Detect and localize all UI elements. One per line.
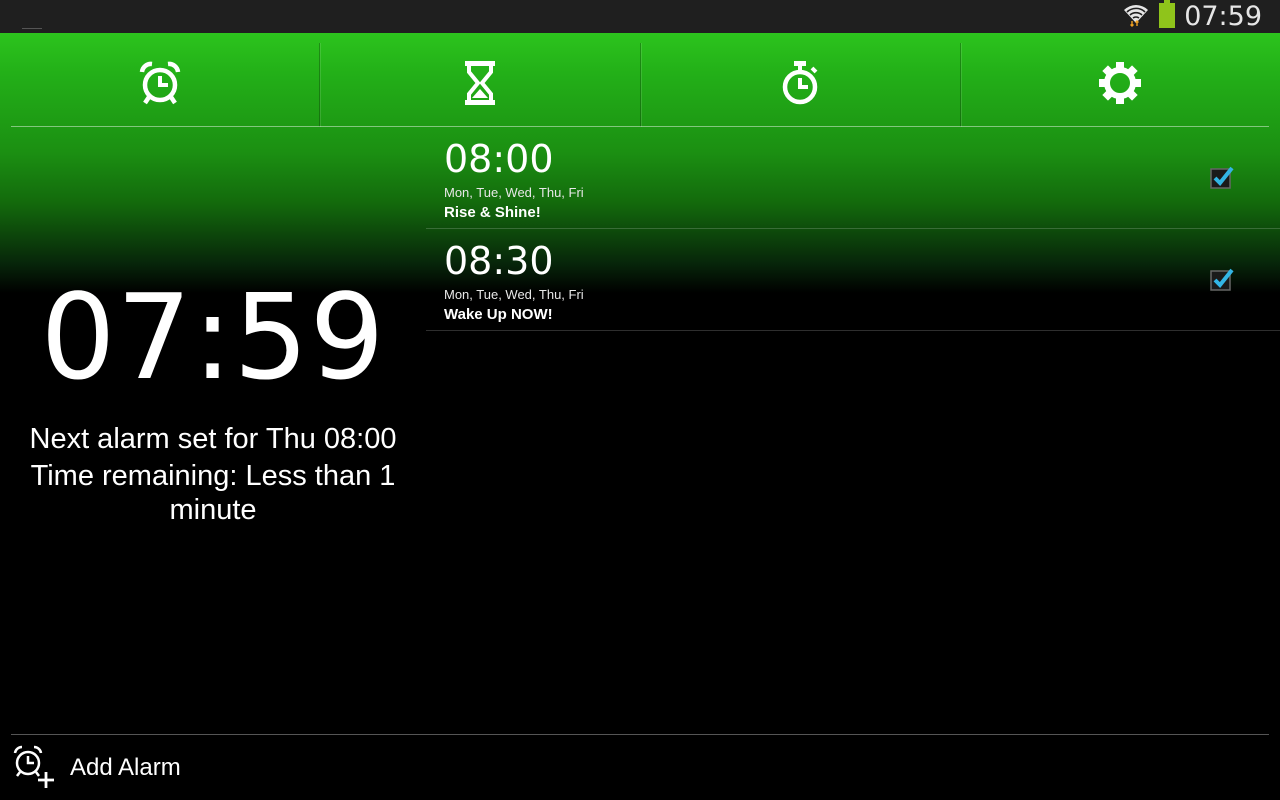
status-bar-right: 07:59 — [1122, 0, 1262, 33]
alarm-time: 08:00 — [444, 137, 554, 181]
clock-panel: 07:59 Next alarm set for Thu 08:00 Time … — [0, 127, 426, 727]
alarm-label: Wake Up NOW! — [444, 306, 553, 323]
alarm-days: Mon, Tue, Wed, Thu, Fri — [444, 287, 584, 302]
alarm-list: 08:00 Mon, Tue, Wed, Thu, Fri Rise & Shi… — [426, 127, 1280, 331]
alarm-time: 08:30 — [444, 239, 554, 283]
alarm-label: Rise & Shine! — [444, 204, 541, 221]
footer-divider — [11, 734, 1269, 735]
tab-settings[interactable] — [961, 43, 1280, 127]
alarm-enabled-checkbox[interactable] — [1210, 267, 1234, 291]
tab-alarm[interactable] — [0, 43, 321, 127]
hourglass-icon — [463, 60, 497, 111]
tab-timer[interactable] — [320, 43, 641, 127]
add-alarm-label: Add Alarm — [70, 754, 181, 781]
alarm-days: Mon, Tue, Wed, Thu, Fri — [444, 185, 584, 200]
status-bar: 07:59 — [0, 0, 1280, 33]
stopwatch-icon — [780, 60, 820, 111]
alarm-row[interactable]: 08:30 Mon, Tue, Wed, Thu, Fri Wake Up NO… — [426, 229, 1280, 331]
gear-icon — [1098, 61, 1142, 110]
status-bar-time: 07:59 — [1184, 1, 1262, 32]
add-alarm-icon — [12, 744, 56, 793]
next-alarm-text: Next alarm set for Thu 08:00 — [29, 423, 397, 455]
add-alarm-button[interactable]: Add Alarm — [12, 743, 181, 793]
battery-icon — [1158, 0, 1176, 33]
alarm-clock-icon — [138, 60, 182, 111]
alarm-enabled-checkbox[interactable] — [1210, 165, 1234, 189]
alarm-app: 07:59 Next alarm set for Thu 08:00 Time … — [0, 33, 1280, 800]
wifi-icon — [1122, 1, 1150, 32]
current-time: 07:59 — [40, 268, 386, 406]
status-bar-notch — [22, 28, 42, 29]
tab-stopwatch[interactable] — [641, 43, 961, 127]
tab-bar — [0, 43, 1280, 127]
alarm-row[interactable]: 08:00 Mon, Tue, Wed, Thu, Fri Rise & Shi… — [426, 127, 1280, 229]
time-remaining-text: Time remaining: Less than 1 minute — [30, 460, 396, 526]
